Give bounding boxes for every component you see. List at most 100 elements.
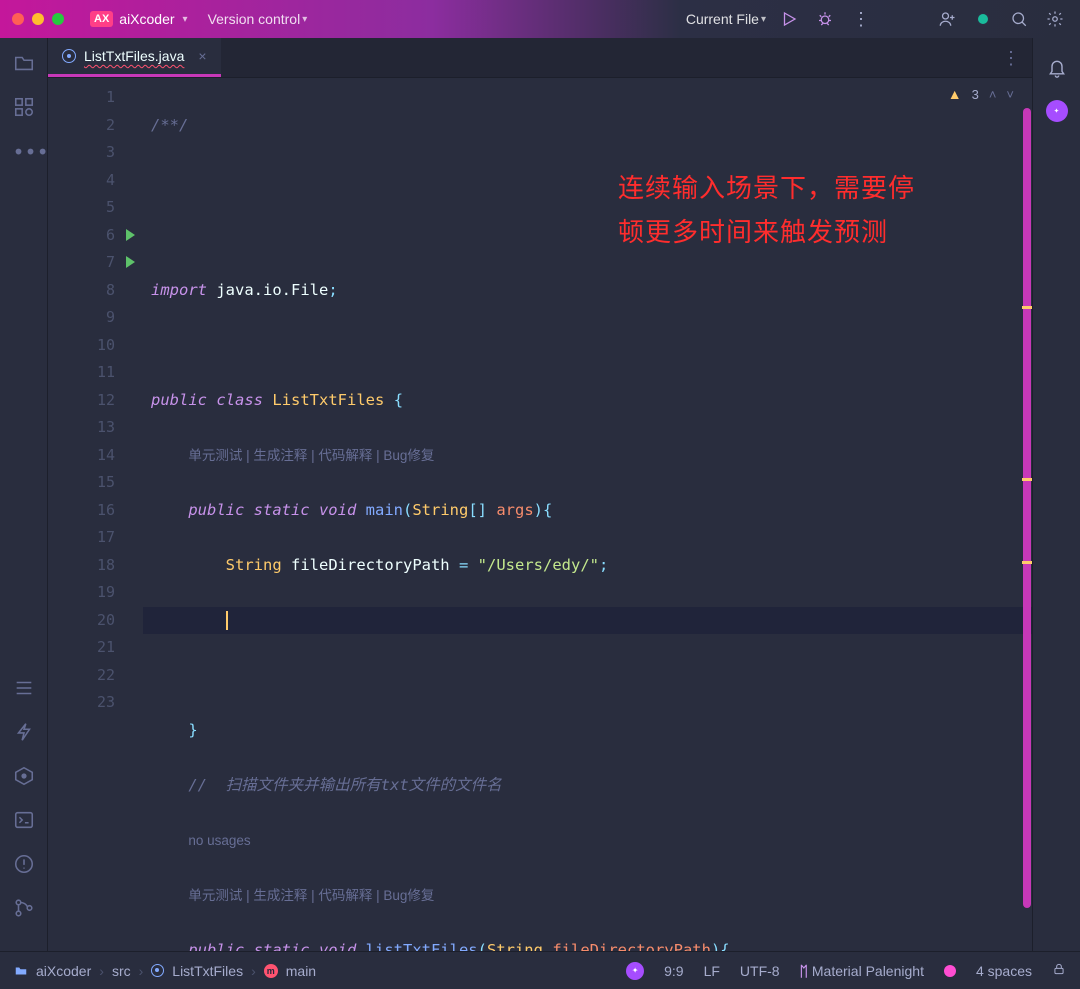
line-number: 20 <box>48 607 115 635</box>
line-number: 5 <box>48 194 115 222</box>
line-number: 4 <box>48 167 115 195</box>
code-lens[interactable]: 单元测试 | 生成注释 | 代码解释 | Bug修复 <box>188 888 434 903</box>
breadcrumb-separator: › <box>251 963 256 979</box>
scrollbar[interactable] <box>1022 78 1032 951</box>
line-number: 3 <box>48 139 115 167</box>
scrollbar-thumb[interactable] <box>1023 108 1031 908</box>
brand-name: aiXcoder <box>119 11 174 27</box>
code-token: class <box>216 391 263 409</box>
breadcrumb-separator: › <box>139 963 144 979</box>
readonly-lock-icon[interactable] <box>1052 962 1066 979</box>
run-config-selector[interactable]: Current File ▾ <box>686 11 766 27</box>
code-token: listTxtFiles <box>366 941 478 952</box>
caret-position[interactable]: 9:9 <box>664 963 683 979</box>
code-token: import <box>151 281 207 299</box>
status-right: ✦ 9:9 LF UTF-8 ᛖ Material Palenight 4 sp… <box>626 962 1066 980</box>
code-lens[interactable]: 单元测试 | 生成注释 | 代码解释 | Bug修复 <box>188 448 434 463</box>
editor-tab-active[interactable]: ListTxtFiles.java × <box>48 38 221 77</box>
theme-indicator[interactable]: ᛖ Material Palenight <box>800 963 924 979</box>
warning-count: 3 <box>972 87 979 102</box>
chevron-down-icon: ▾ <box>302 14 307 25</box>
breadcrumb-separator: › <box>99 963 104 979</box>
line-number-gutter: 1 2 3 4 5 6 7 8 9 10 11 12 13 14 15 16 1… <box>48 78 143 951</box>
line-number: 14 <box>48 442 115 470</box>
scrollbar-mark <box>1022 306 1032 309</box>
line-number[interactable]: 6 <box>48 222 115 250</box>
code-token: String <box>412 501 468 519</box>
project-selector[interactable]: AX aiXcoder ▾ <box>90 11 188 27</box>
build-tool-icon[interactable] <box>13 721 35 743</box>
ai-assistant-icon[interactable]: ✦ <box>1046 100 1068 122</box>
code-token: public static void <box>188 941 356 952</box>
file-encoding[interactable]: UTF-8 <box>740 963 780 979</box>
code-editor[interactable]: ▲ 3 ˄ ˅ 连续输入场景下，需要停 顿更多时间来触发预测 1 2 3 4 5… <box>48 78 1032 951</box>
folder-icon <box>14 964 28 978</box>
tab-options-icon[interactable]: ⋮ <box>1002 48 1020 69</box>
services-tool-icon[interactable] <box>13 765 35 787</box>
crumb-src[interactable]: src <box>112 963 131 979</box>
line-ending[interactable]: LF <box>704 963 720 979</box>
add-user-icon[interactable] <box>934 6 960 32</box>
debug-button[interactable] <box>812 6 838 32</box>
crumb-project[interactable]: aiXcoder <box>36 963 91 979</box>
brand-badge: AX <box>90 11 113 27</box>
chevron-down-icon: ▾ <box>183 14 188 25</box>
ai-status-icon[interactable]: ✦ <box>626 962 644 980</box>
theme-name: Material Palenight <box>812 963 924 979</box>
crumb-file[interactable]: ListTxtFiles <box>172 963 243 979</box>
code-lens[interactable]: no usages <box>188 833 250 848</box>
code-token: fileDirectoryPath <box>291 556 450 574</box>
status-bar: aiXcoder › src › ListTxtFiles › m main ✦… <box>0 951 1080 989</box>
more-tools-icon[interactable]: ••• <box>13 140 35 162</box>
code-token: args <box>496 501 533 519</box>
project-tool-icon[interactable] <box>13 52 35 74</box>
status-dot-icon[interactable] <box>944 965 956 977</box>
more-actions-button[interactable]: ⋮ <box>848 6 874 32</box>
code-token: String <box>226 556 282 574</box>
version-control-menu[interactable]: Version control ▾ <box>208 11 308 27</box>
next-problem-icon[interactable]: ˅ <box>1006 87 1014 102</box>
line-number: 9 <box>48 304 115 332</box>
minimize-window-button[interactable] <box>32 13 44 25</box>
maximize-window-button[interactable] <box>52 13 64 25</box>
code-token: public <box>151 391 207 409</box>
terminal-tool-icon[interactable] <box>13 809 35 831</box>
notifications-icon[interactable] <box>1047 58 1067 82</box>
prev-problem-icon[interactable]: ˄ <box>989 87 997 102</box>
text-cursor <box>226 611 228 630</box>
line-number: 10 <box>48 332 115 360</box>
line-number: 23 <box>48 689 115 717</box>
editor-tabbar: ListTxtFiles.java × ⋮ <box>48 38 1032 78</box>
run-config-label: Current File <box>686 11 759 27</box>
java-file-icon <box>62 49 76 63</box>
java-class-icon <box>151 964 164 977</box>
run-button[interactable] <box>776 6 802 32</box>
line-number[interactable]: 7 <box>48 249 115 277</box>
line-number: 1 <box>48 84 115 112</box>
presence-indicator[interactable] <box>970 6 996 32</box>
inspection-widget[interactable]: ▲ 3 ˄ ˅ <box>948 86 1014 102</box>
close-tab-icon[interactable]: × <box>198 48 206 64</box>
vcs-tool-icon[interactable] <box>13 897 35 919</box>
structure-tool-icon[interactable] <box>13 96 35 118</box>
left-tool-rail: ••• <box>0 38 48 951</box>
editor-area: ListTxtFiles.java × ⋮ ▲ 3 ˄ ˅ 连续输入场景下，需要… <box>48 38 1032 951</box>
line-number: 21 <box>48 634 115 662</box>
problems-tool-icon[interactable] <box>13 853 35 875</box>
line-number: 19 <box>48 579 115 607</box>
settings-icon[interactable] <box>1042 6 1068 32</box>
chevron-down-icon: ▾ <box>761 14 766 25</box>
titlebar: AX aiXcoder ▾ Version control ▾ Current … <box>0 0 1080 38</box>
close-window-button[interactable] <box>12 13 24 25</box>
list-tool-icon[interactable] <box>13 677 35 699</box>
tab-filename: ListTxtFiles.java <box>84 48 184 64</box>
code-token: /**/ <box>151 116 188 134</box>
line-number: 17 <box>48 524 115 552</box>
search-icon[interactable] <box>1006 6 1032 32</box>
code-token: fileDirectoryPath <box>552 941 711 952</box>
crumb-method[interactable]: main <box>286 963 316 979</box>
line-number: 2 <box>48 112 115 140</box>
right-tool-rail: ✦ <box>1032 38 1080 951</box>
line-number: 11 <box>48 359 115 387</box>
indent-indicator[interactable]: 4 spaces <box>976 963 1032 979</box>
